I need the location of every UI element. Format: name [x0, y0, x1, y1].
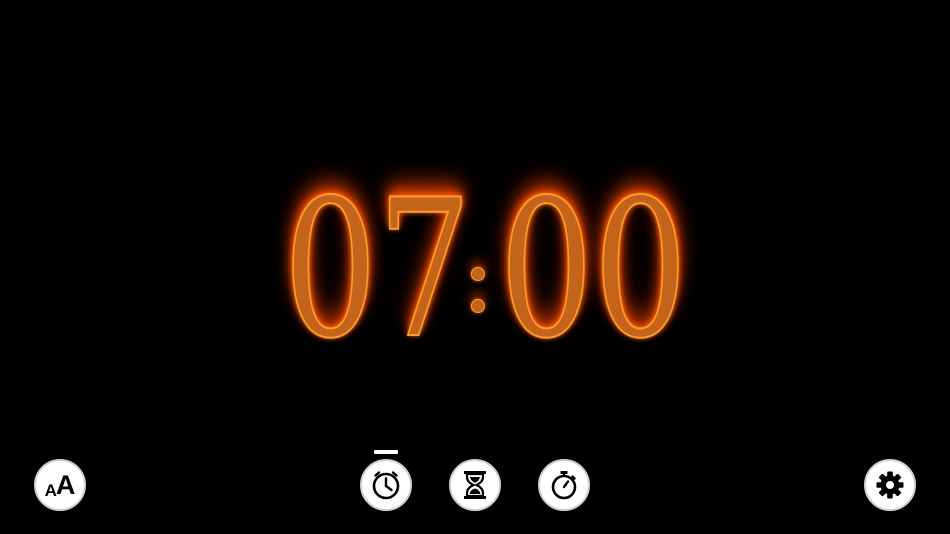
stopwatch-icon: [551, 471, 577, 500]
gear-icon: [876, 471, 904, 499]
timer-mode-button[interactable]: [449, 459, 501, 511]
hourglass-icon: [464, 471, 486, 499]
active-mode-indicator: [374, 450, 398, 454]
font-size-button[interactable]: A A: [34, 459, 86, 511]
clock-screen: 0 7 : 0 0 A A: [0, 0, 950, 534]
settings-button[interactable]: [864, 459, 916, 511]
hour-tens-digit: 0: [283, 159, 379, 380]
minute-tens-digit: 0: [499, 159, 595, 380]
clock-mode-button[interactable]: [360, 459, 412, 511]
clock-icon: [372, 471, 400, 500]
time-display: 0 7 : 0 0: [270, 159, 689, 380]
font-size-icon: A A: [44, 469, 76, 500]
stopwatch-mode-button[interactable]: [538, 459, 590, 511]
hour-ones-digit: 7: [377, 159, 473, 380]
minute-ones-digit: 0: [593, 159, 689, 380]
